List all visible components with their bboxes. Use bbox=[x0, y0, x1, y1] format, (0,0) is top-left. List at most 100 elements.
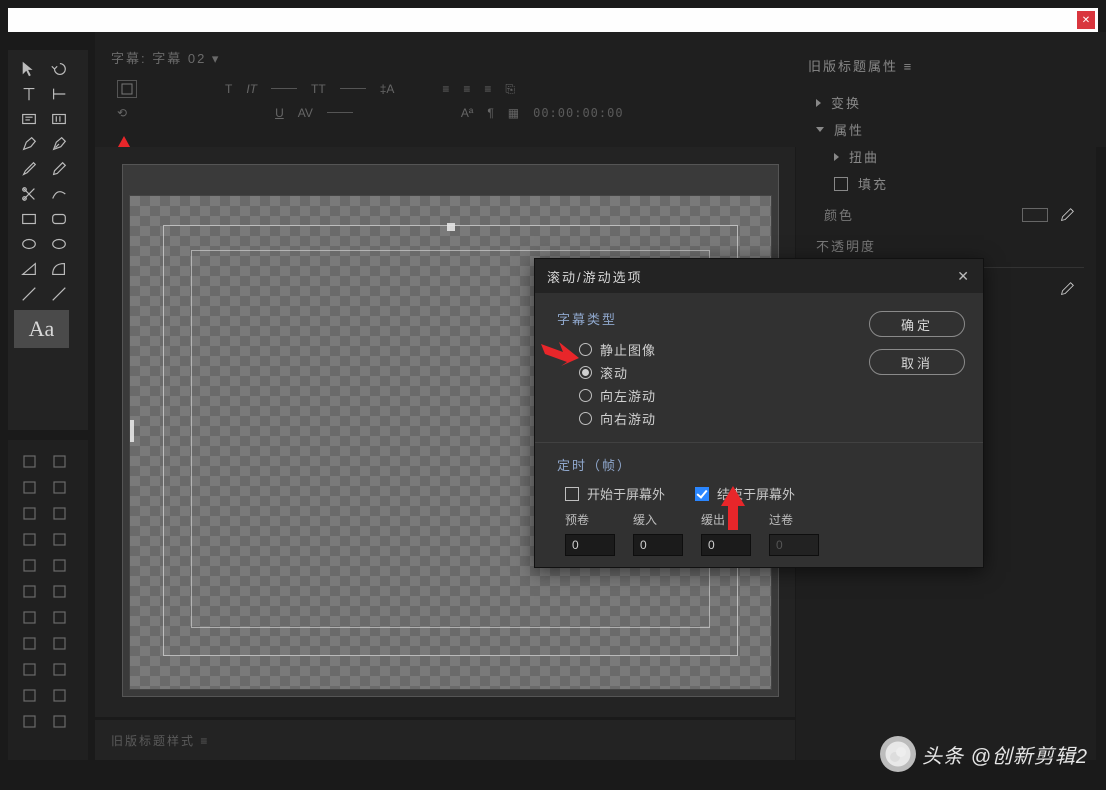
arrow-icon[interactable] bbox=[14, 56, 44, 81]
secondary-tool-5[interactable] bbox=[44, 500, 74, 526]
dir-icon[interactable]: ¶ bbox=[487, 106, 493, 120]
rp-props[interactable]: 属性 bbox=[808, 116, 1084, 143]
ok-button[interactable]: 确定 bbox=[869, 311, 965, 337]
dialog-titlebar[interactable]: 滚动/游动选项 ✕ bbox=[535, 259, 983, 293]
secondary-tool-17[interactable] bbox=[44, 656, 74, 682]
watermark-text: 头条 @创新剪辑2 bbox=[922, 740, 1088, 769]
line-icon[interactable] bbox=[14, 281, 44, 306]
radio-icon bbox=[579, 389, 592, 402]
secondary-tool-6[interactable] bbox=[14, 526, 44, 552]
ellipse-icon[interactable] bbox=[14, 231, 44, 256]
eyedrop-icon[interactable] bbox=[44, 156, 74, 181]
vtext-icon[interactable] bbox=[44, 81, 74, 106]
it-icon[interactable]: IT bbox=[246, 82, 257, 96]
right-panel-title[interactable]: 旧版标题属性 ≡ bbox=[808, 56, 1084, 75]
secondary-tool-2[interactable] bbox=[14, 474, 44, 500]
handle-top[interactable] bbox=[447, 223, 455, 231]
tt-icon[interactable]: TT bbox=[311, 82, 326, 96]
eyedropper-icon[interactable] bbox=[1058, 206, 1076, 224]
secondary-tool-4[interactable] bbox=[14, 500, 44, 526]
ellipse2-icon[interactable] bbox=[44, 231, 74, 256]
chevron-down-icon bbox=[816, 127, 824, 132]
align-right-icon[interactable]: ≡ bbox=[484, 82, 491, 96]
tab-icon[interactable]: ⎘ bbox=[505, 82, 515, 97]
checkbox-icon bbox=[695, 487, 709, 501]
secondary-tool-16[interactable] bbox=[14, 656, 44, 682]
close-window-button[interactable]: ✕ bbox=[1077, 11, 1095, 29]
radio-2[interactable]: 向左游动 bbox=[557, 384, 961, 407]
color-swatch[interactable] bbox=[1022, 208, 1048, 222]
radio-label: 静止图像 bbox=[600, 340, 656, 359]
leading-icon[interactable]: ‡A bbox=[380, 82, 395, 96]
secondary-tool-1[interactable] bbox=[44, 448, 74, 474]
line2-icon[interactable] bbox=[44, 281, 74, 306]
template-icon[interactable] bbox=[117, 80, 137, 98]
watermark-logo-icon bbox=[880, 736, 916, 772]
pen-icon[interactable] bbox=[14, 131, 44, 156]
rp-opacity-label: 不透明度 bbox=[808, 232, 1084, 259]
arc-icon[interactable] bbox=[44, 256, 74, 281]
secondary-tool-9[interactable] bbox=[44, 552, 74, 578]
secondary-tool-7[interactable] bbox=[44, 526, 74, 552]
t-icon[interactable]: T bbox=[225, 82, 232, 96]
chevron-right-icon bbox=[834, 153, 839, 161]
secondary-tool-12[interactable] bbox=[14, 604, 44, 630]
eyedropper-icon[interactable] bbox=[1058, 280, 1076, 298]
grid-icon[interactable]: ▦ bbox=[508, 106, 519, 120]
rp-transform[interactable]: 变换 bbox=[808, 89, 1084, 116]
dialog-title: 滚动/游动选项 bbox=[547, 267, 643, 286]
secondary-tool-14[interactable] bbox=[14, 630, 44, 656]
bottom-styles-bar[interactable]: 旧版标题样式 ≡ bbox=[95, 720, 795, 760]
textbox-icon[interactable] bbox=[14, 106, 44, 131]
start-offscreen-checkbox[interactable]: 开始于屏幕外 bbox=[565, 484, 665, 503]
align-center-icon[interactable]: ≡ bbox=[463, 82, 470, 96]
scissors-icon[interactable] bbox=[14, 181, 44, 206]
roundrect-icon[interactable] bbox=[44, 206, 74, 231]
pen2-icon[interactable] bbox=[44, 131, 74, 156]
size-seg bbox=[271, 88, 297, 90]
left-toolbar: Aa bbox=[8, 50, 88, 430]
timing-col-input[interactable]: 0 bbox=[565, 534, 615, 556]
path-icon[interactable] bbox=[44, 181, 74, 206]
u-icon[interactable]: U bbox=[275, 106, 284, 120]
text-icon[interactable] bbox=[14, 81, 44, 106]
secondary-tool-21[interactable] bbox=[44, 708, 74, 734]
secondary-tool-3[interactable] bbox=[44, 474, 74, 500]
timecode[interactable]: 00:00:00:00 bbox=[533, 106, 623, 120]
radio-3[interactable]: 向右游动 bbox=[557, 407, 961, 430]
undo-icon[interactable] bbox=[44, 56, 74, 81]
brush-icon[interactable] bbox=[14, 156, 44, 181]
bottom-styles-label: 旧版标题样式 ≡ bbox=[111, 732, 209, 749]
annotation-arrow-2 bbox=[539, 330, 583, 379]
radio-label: 向左游动 bbox=[600, 386, 656, 405]
secondary-tool-10[interactable] bbox=[14, 578, 44, 604]
timing-col-input[interactable]: 0 bbox=[633, 534, 683, 556]
textbox2-icon[interactable] bbox=[44, 106, 74, 131]
secondary-tool-8[interactable] bbox=[14, 552, 44, 578]
secondary-tool-11[interactable] bbox=[44, 578, 74, 604]
timing-col-input[interactable]: 0 bbox=[701, 534, 751, 556]
handle-left[interactable] bbox=[130, 420, 134, 442]
start-offscreen-label: 开始于屏幕外 bbox=[587, 484, 665, 503]
align-left-icon[interactable]: ≡ bbox=[442, 82, 449, 96]
baseline-icon[interactable]: Aª bbox=[461, 106, 473, 120]
checkbox-icon[interactable] bbox=[834, 177, 848, 191]
close-icon[interactable]: ✕ bbox=[957, 268, 971, 285]
secondary-tool-13[interactable] bbox=[44, 604, 74, 630]
kern-icon[interactable]: AV bbox=[298, 106, 313, 120]
type-style-tile[interactable]: Aa bbox=[14, 310, 69, 348]
rp-color-row: 颜色 bbox=[808, 197, 1084, 232]
roll-icon[interactable]: ⟲ bbox=[117, 106, 127, 120]
secondary-tool-20[interactable] bbox=[14, 708, 44, 734]
titlebar: ✕ bbox=[8, 8, 1098, 32]
secondary-tool-0[interactable] bbox=[14, 448, 44, 474]
rp-distort[interactable]: 扭曲 bbox=[808, 143, 1084, 170]
secondary-tool-19[interactable] bbox=[44, 682, 74, 708]
timing-col-label: 缓入 bbox=[633, 511, 683, 528]
secondary-tool-18[interactable] bbox=[14, 682, 44, 708]
rp-fill[interactable]: 填充 bbox=[808, 170, 1084, 197]
triangle-icon[interactable] bbox=[14, 256, 44, 281]
secondary-tool-15[interactable] bbox=[44, 630, 74, 656]
rect-icon[interactable] bbox=[14, 206, 44, 231]
cancel-button[interactable]: 取消 bbox=[869, 349, 965, 375]
